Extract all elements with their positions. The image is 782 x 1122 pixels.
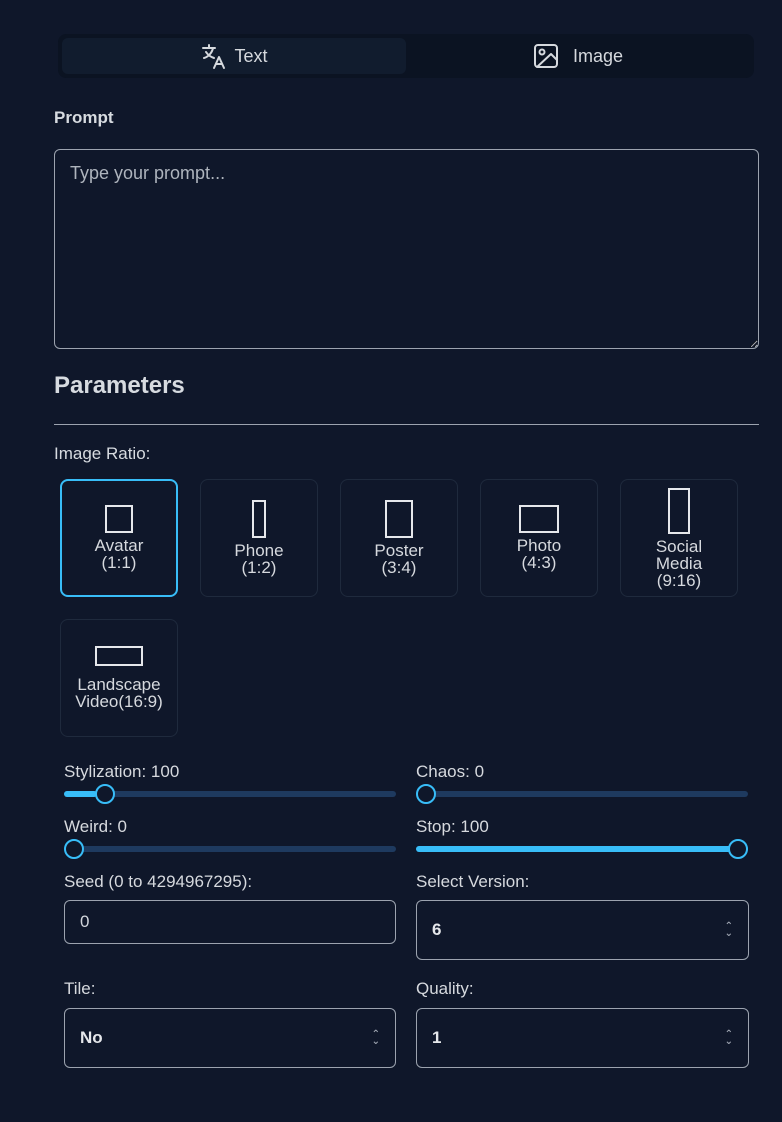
- wide-ratio-icon: [95, 646, 143, 666]
- seed-input[interactable]: 0: [64, 900, 396, 944]
- version-select[interactable]: 6 ⌃ ⌄: [416, 900, 749, 960]
- tall-ratio-icon: [252, 500, 266, 538]
- seed-label: Seed (0 to 4294967295):: [64, 872, 253, 891]
- tab-text[interactable]: Text: [62, 38, 406, 74]
- tile-value: No: [80, 1028, 103, 1047]
- translate-icon: [200, 42, 228, 70]
- slider-thumb[interactable]: [95, 784, 116, 804]
- ratio-landscape-name: Landscape: [77, 675, 161, 694]
- mode-tabs: Text Image: [58, 34, 754, 78]
- tab-text-label: Text: [234, 45, 268, 66]
- quality-label: Quality:: [416, 979, 474, 998]
- ratio-landscape-value: Video(16:9): [75, 692, 163, 711]
- ratio-avatar[interactable]: Avatar (1:1): [60, 479, 178, 597]
- ratio-social-media[interactable]: Social Media (9:16): [620, 479, 738, 597]
- ratio-poster[interactable]: Poster (3:4): [340, 479, 458, 597]
- ratio-social-name-2: Media: [655, 553, 703, 573]
- chaos-label: Chaos: 0: [416, 762, 485, 781]
- prompt-input[interactable]: [54, 149, 759, 349]
- stop-label: Stop: 100: [416, 817, 489, 836]
- image-ratio-label: Image Ratio:: [54, 444, 151, 463]
- ratio-phone-value: (1:2): [241, 558, 277, 577]
- portrait-ratio-icon: [385, 500, 413, 538]
- ratio-landscape-video[interactable]: Landscape Video(16:9): [60, 619, 178, 737]
- ratio-photo-value: (4:3): [521, 553, 557, 572]
- slider-thumb[interactable]: [728, 839, 748, 859]
- parameters-heading: Parameters: [54, 372, 185, 399]
- chevron-up-down-icon: ⌃ ⌄: [371, 1029, 380, 1047]
- quality-value: 1: [432, 1028, 442, 1047]
- stylization-label: Stylization: 100: [64, 762, 180, 781]
- seed-value: 0: [80, 912, 90, 931]
- ratio-poster-name: Poster: [374, 541, 424, 560]
- tab-image[interactable]: Image: [406, 38, 750, 74]
- slider-thumb[interactable]: [64, 839, 84, 859]
- tile-select[interactable]: No ⌃ ⌄: [64, 1008, 396, 1068]
- quality-select[interactable]: 1 ⌃ ⌄: [416, 1008, 749, 1068]
- stylization-slider[interactable]: [64, 784, 396, 804]
- ratio-photo-name: Photo: [516, 536, 562, 555]
- divider: [54, 424, 759, 425]
- square-ratio-icon: [105, 505, 133, 533]
- ratio-social-name-1: Social: [655, 536, 703, 556]
- ratio-poster-value: (3:4): [381, 558, 417, 577]
- chevron-up-down-icon: ⌃ ⌄: [724, 921, 733, 939]
- slider-fill: [416, 846, 748, 852]
- tab-image-label: Image: [572, 45, 624, 66]
- slider-thumb[interactable]: [416, 784, 436, 804]
- image-icon: [533, 43, 559, 69]
- chevron-up-down-icon: ⌃ ⌄: [724, 1029, 733, 1047]
- chaos-slider[interactable]: [416, 784, 748, 804]
- stop-slider[interactable]: [416, 839, 748, 859]
- prompt-label: Prompt: [54, 108, 114, 127]
- slider-fill: [64, 791, 98, 797]
- ratio-phone-name: Phone: [234, 541, 284, 560]
- version-label: Select Version:: [416, 872, 530, 891]
- vertical-ratio-icon: [668, 487, 690, 534]
- ratio-photo[interactable]: Photo (4:3): [480, 479, 598, 597]
- tile-label: Tile:: [64, 979, 96, 998]
- version-value: 6: [432, 920, 442, 939]
- weird-label: Weird: 0: [64, 817, 127, 836]
- ratio-social-value: (9:16): [656, 570, 702, 590]
- ratio-avatar-name: Avatar: [94, 536, 144, 555]
- ratio-avatar-value: (1:1): [101, 553, 137, 572]
- ratio-phone[interactable]: Phone (1:2): [200, 479, 318, 597]
- weird-slider[interactable]: [64, 839, 396, 859]
- landscape-ratio-icon: [519, 505, 559, 533]
